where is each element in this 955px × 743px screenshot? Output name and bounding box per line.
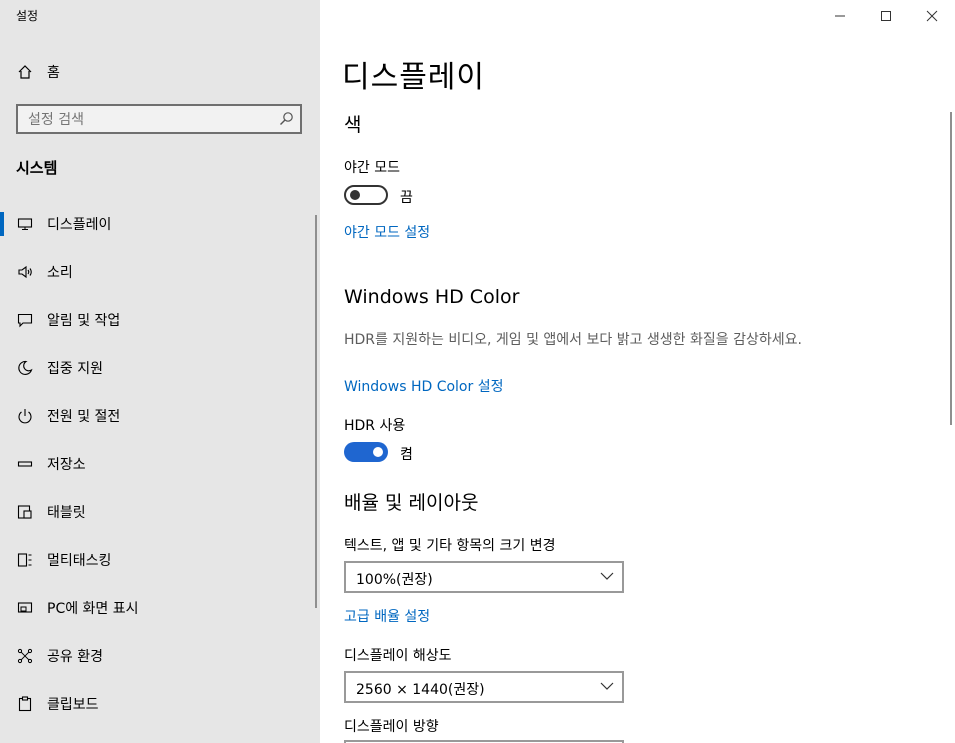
sidebar-item-tablet[interactable]: 태블릿 <box>0 492 320 532</box>
scale-value: 100%(권장) <box>356 572 433 588</box>
hd-color-description: HDR를 지원하는 비디오, 게임 및 앱에서 보다 밝고 생생한 화질을 감상… <box>344 332 802 348</box>
minimize-button[interactable] <box>817 0 863 32</box>
chevron-down-icon <box>600 572 614 580</box>
sidebar-item-label: 디스플레이 <box>47 217 112 233</box>
sidebar-scrollbar[interactable] <box>315 215 317 608</box>
sidebar-item-label: 소리 <box>47 265 73 281</box>
main-content: 디스플레이 색 야간 모드 끔 야간 모드 설정 Windows HD Colo… <box>320 0 955 743</box>
share-icon <box>16 647 34 665</box>
hdr-label: HDR 사용 <box>344 418 406 434</box>
tablet-icon <box>16 503 34 521</box>
clipboard-icon <box>16 695 34 713</box>
power-icon <box>16 407 34 425</box>
sidebar-item-label: 집중 지원 <box>47 361 103 377</box>
toggle-knob <box>350 190 360 200</box>
hdr-toggle[interactable] <box>344 442 388 462</box>
hd-color-section-heading: Windows HD Color <box>344 286 520 308</box>
app-title: 설정 <box>16 9 39 23</box>
resolution-value: 2560 × 1440(권장) <box>356 682 485 698</box>
sidebar-item-power[interactable]: 전원 및 절전 <box>0 396 320 436</box>
main-scrollbar[interactable] <box>950 112 952 425</box>
minimize-icon <box>835 15 845 17</box>
sidebar: 설정 홈 시스템 디스플레이 소리 알림 및 작업 집 <box>0 0 320 743</box>
search-box <box>16 104 302 134</box>
resolution-dropdown[interactable]: 2560 × 1440(권장) <box>344 671 624 703</box>
sidebar-item-home[interactable]: 홈 <box>0 52 320 92</box>
maximize-button[interactable] <box>863 0 909 32</box>
sidebar-item-label: 태블릿 <box>47 505 86 521</box>
search-icon[interactable] <box>278 111 294 131</box>
multitask-icon <box>16 551 34 569</box>
message-icon <box>16 311 34 329</box>
night-light-toggle[interactable] <box>344 185 388 205</box>
sidebar-item-label: 알림 및 작업 <box>47 313 121 329</box>
sidebar-item-label: 전원 및 절전 <box>47 409 121 425</box>
storage-icon <box>16 455 34 473</box>
toggle-knob <box>373 447 383 457</box>
scale-label: 텍스트, 앱 및 기타 항목의 크기 변경 <box>344 538 556 554</box>
sidebar-item-storage[interactable]: 저장소 <box>0 444 320 484</box>
sidebar-item-notifications[interactable]: 알림 및 작업 <box>0 300 320 340</box>
sidebar-item-clipboard[interactable]: 클립보드 <box>0 684 320 724</box>
close-button[interactable] <box>909 0 955 32</box>
sidebar-item-label: PC에 화면 표시 <box>47 601 139 617</box>
sidebar-item-label: 클립보드 <box>47 697 99 713</box>
search-input[interactable] <box>26 106 270 134</box>
sidebar-item-projecting[interactable]: PC에 화면 표시 <box>0 588 320 628</box>
project-icon <box>16 599 34 617</box>
close-icon <box>926 10 938 22</box>
page-title: 디스플레이 <box>342 60 485 95</box>
color-section-heading: 색 <box>344 114 362 136</box>
sidebar-item-shared[interactable]: 공유 환경 <box>0 636 320 676</box>
sidebar-item-label: 저장소 <box>47 457 86 473</box>
advanced-scaling-link[interactable]: 고급 배율 설정 <box>344 606 430 626</box>
moon-icon <box>16 359 34 377</box>
section-label: 시스템 <box>16 159 58 177</box>
night-light-label: 야간 모드 <box>344 160 400 176</box>
sidebar-item-focus-assist[interactable]: 집중 지원 <box>0 348 320 388</box>
monitor-icon <box>16 215 34 233</box>
scale-dropdown[interactable]: 100%(권장) <box>344 561 624 593</box>
hdr-state: 켬 <box>400 447 413 463</box>
resolution-label: 디스플레이 해상도 <box>344 648 452 664</box>
orientation-label: 디스플레이 방향 <box>344 719 439 735</box>
night-light-settings-link[interactable]: 야간 모드 설정 <box>344 222 430 242</box>
chevron-down-icon <box>600 682 614 690</box>
sidebar-item-multitasking[interactable]: 멀티태스킹 <box>0 540 320 580</box>
speaker-icon <box>16 263 34 281</box>
sidebar-item-sound[interactable]: 소리 <box>0 252 320 292</box>
maximize-icon <box>881 11 891 21</box>
night-light-state: 끔 <box>400 190 413 206</box>
sidebar-item-label: 공유 환경 <box>47 649 103 665</box>
hd-color-settings-link[interactable]: Windows HD Color 설정 <box>344 376 503 396</box>
sidebar-item-label: 멀티태스킹 <box>47 553 112 569</box>
sidebar-item-display[interactable]: 디스플레이 <box>0 204 320 244</box>
home-icon <box>16 63 34 81</box>
scale-section-heading: 배율 및 레이아웃 <box>344 492 479 514</box>
sidebar-item-label: 홈 <box>47 65 60 81</box>
